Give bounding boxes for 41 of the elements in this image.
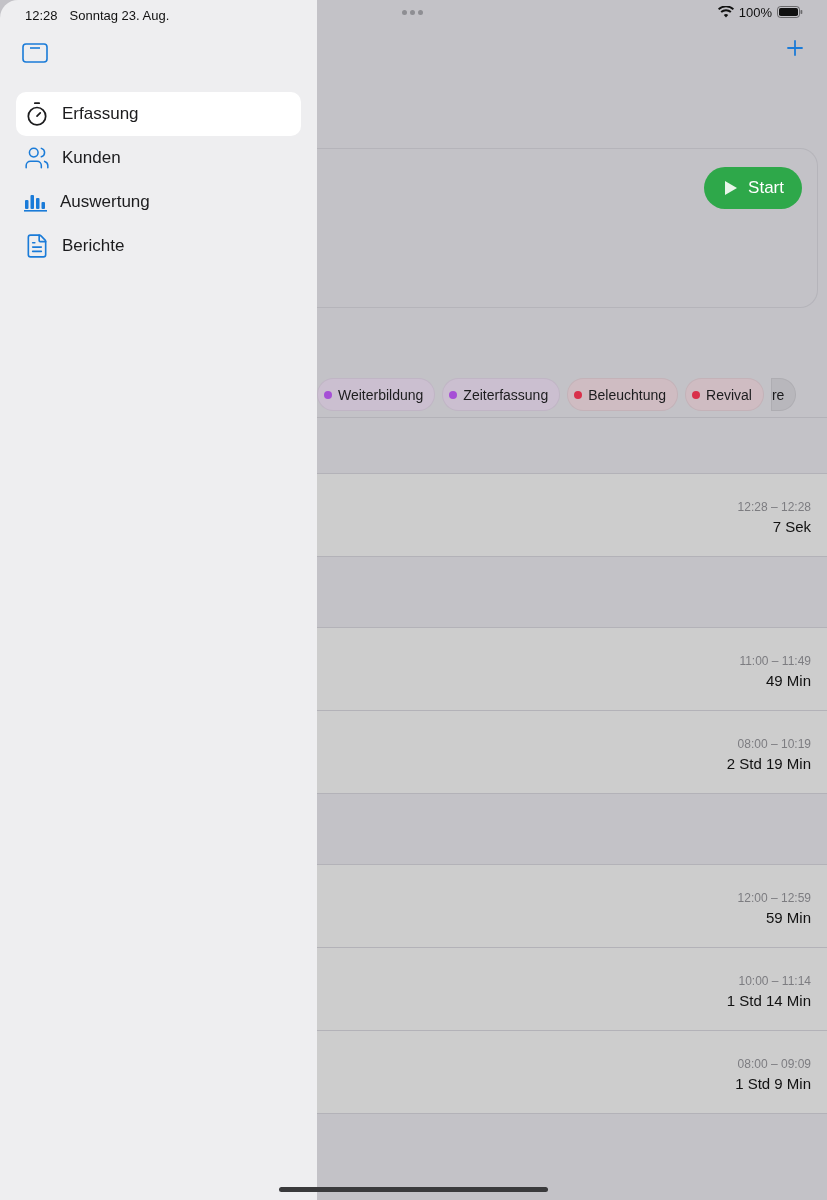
sidebar-item[interactable]: Erfassung: [16, 92, 301, 136]
time-range: 12:00 – 12:59: [737, 891, 811, 905]
duration: 1 Std 9 Min: [735, 1075, 811, 1092]
sidebar-item-label: Erfassung: [62, 104, 139, 124]
sidebar-item[interactable]: Auswertung: [16, 180, 301, 224]
time-entry-row[interactable]: 12:28 – 12:28 7 Sek: [317, 474, 827, 557]
status-time: 12:28: [25, 7, 58, 23]
sidebar-toggle-icon[interactable]: [22, 43, 48, 63]
time-range: 08:00 – 10:19: [737, 737, 811, 751]
time-entry-row[interactable]: 08:00 – 10:19 2 Std 19 Min: [317, 711, 827, 794]
time-entry-row[interactable]: 08:00 – 09:09 1 Std 9 Min: [317, 1031, 827, 1114]
duration: 2 Std 19 Min: [726, 755, 811, 772]
wifi-icon: [717, 6, 734, 18]
duration: 59 Min: [765, 909, 811, 926]
status-date: Sonntag 23. Aug.: [69, 7, 170, 23]
people-icon: [24, 145, 50, 171]
sidebar-item[interactable]: Berichte: [16, 224, 301, 268]
battery-percent: 100%: [738, 4, 772, 20]
time-range: 11:00 – 11:49: [739, 654, 811, 668]
time-range: 12:28 – 12:28: [737, 500, 811, 514]
tag-chip[interactable]: Zeiterfassung: [442, 378, 561, 411]
time-range: 08:00 – 09:09: [737, 1057, 811, 1071]
duration: 49 Min: [765, 672, 811, 689]
tag-chip[interactable]: Beleuchtung: [567, 378, 679, 411]
sidebar-item-label: Auswertung: [60, 192, 150, 212]
play-icon: [724, 180, 739, 196]
time-range: 10:00 – 11:14: [738, 974, 811, 988]
duration: 7 Sek: [772, 518, 811, 535]
time-entry-row[interactable]: 12:00 – 12:59 59 Min: [317, 865, 827, 948]
time-entry-row[interactable]: 10:00 – 11:14 1 Std 14 Min: [317, 948, 827, 1031]
duration: 1 Std 14 Min: [726, 992, 811, 1009]
sidebar-item[interactable]: Kunden: [16, 136, 301, 180]
tag-chip[interactable]: Revival: [685, 378, 764, 411]
multitasking-dots[interactable]: [402, 9, 423, 15]
sidebar-item-label: Berichte: [62, 236, 125, 256]
tag-chip[interactable]: Weiterbildung: [317, 378, 436, 411]
tag-chip[interactable]: re: [770, 378, 797, 411]
time-entry-row[interactable]: 11:00 – 11:49 49 Min: [317, 628, 827, 711]
sidebar-item-label: Kunden: [62, 148, 121, 168]
battery-icon: [777, 6, 803, 18]
bar-chart-icon: [24, 192, 48, 212]
